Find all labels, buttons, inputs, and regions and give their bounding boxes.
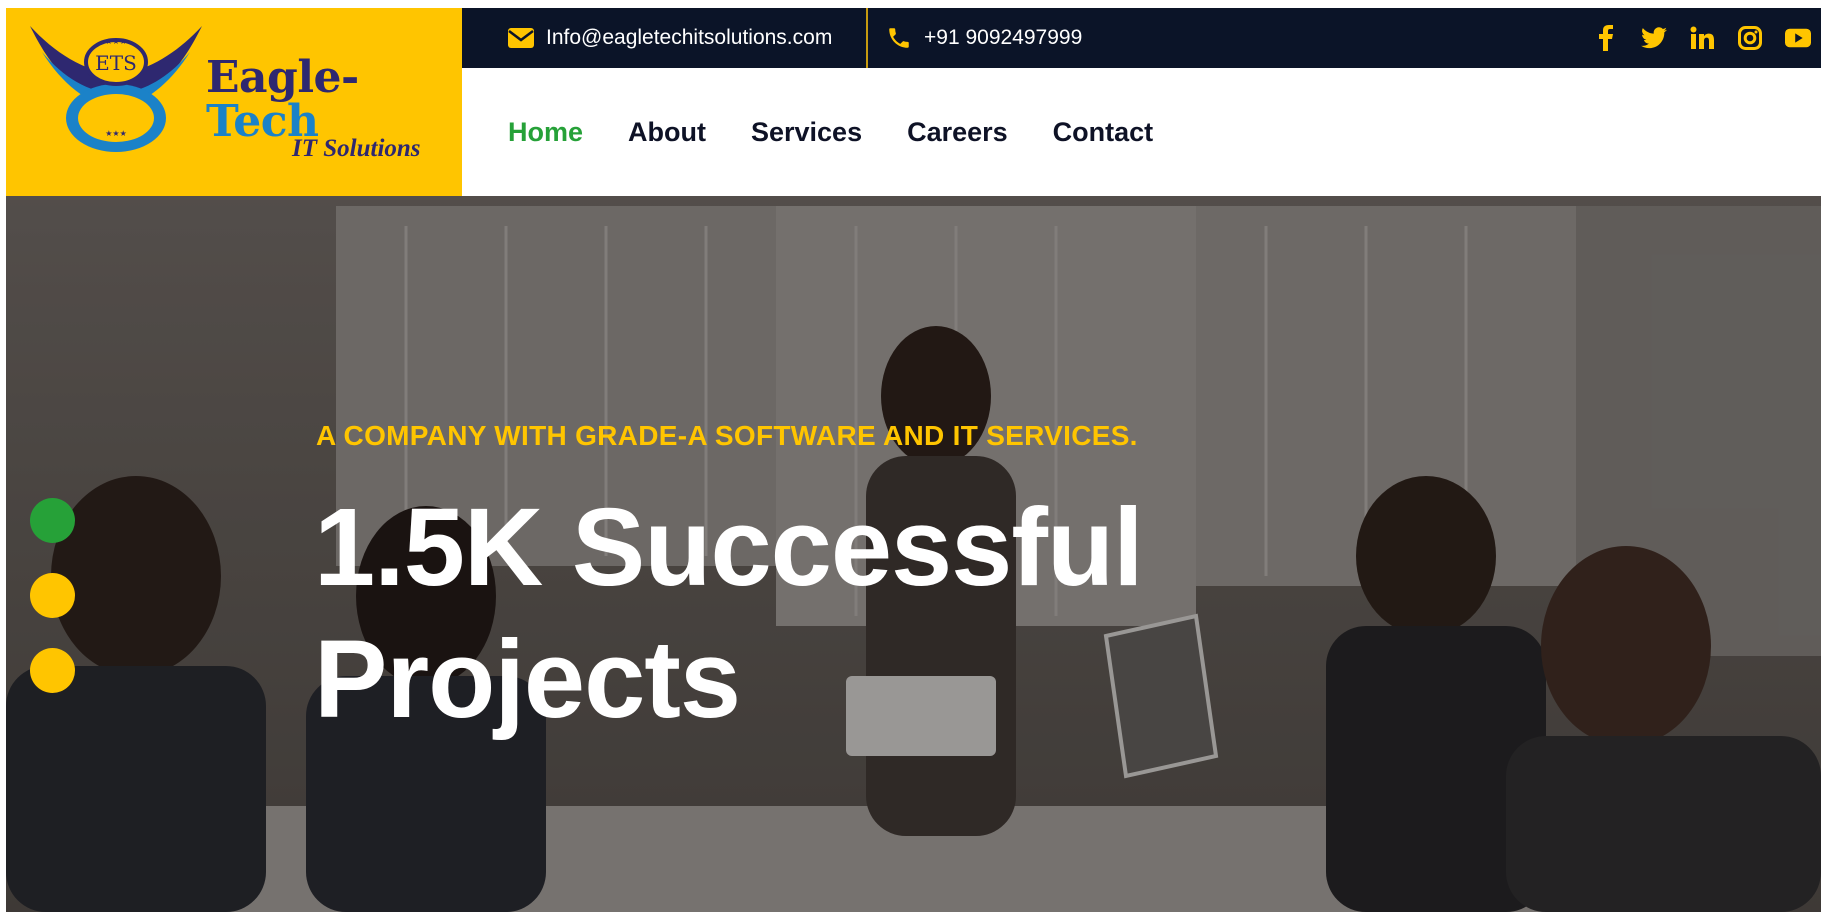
topbar-divider bbox=[866, 8, 868, 68]
email-contact[interactable]: Info@eagletechitsolutions.com bbox=[508, 8, 832, 68]
hero-title: 1.5K Successful Projects bbox=[314, 482, 1214, 746]
nav-contact[interactable]: Contact bbox=[1053, 117, 1154, 148]
instagram-icon[interactable] bbox=[1737, 25, 1763, 51]
hero-eyebrow: A COMPANY WITH GRADE-A SOFTWARE AND IT S… bbox=[316, 420, 1138, 451]
svg-text:★★★: ★★★ bbox=[105, 129, 127, 138]
nav-services[interactable]: Services bbox=[751, 117, 862, 148]
nav-about[interactable]: About bbox=[628, 117, 706, 148]
slider-pagination bbox=[30, 498, 75, 693]
brand-tagline: IT Solutions bbox=[292, 135, 421, 162]
phone-text[interactable]: +91 9092497999 bbox=[924, 26, 1082, 50]
slide-dot-3[interactable] bbox=[30, 648, 75, 693]
hero-title-line1: 1.5K Successful bbox=[314, 486, 1144, 609]
slide-dot-2[interactable] bbox=[30, 573, 75, 618]
logo[interactable]: ETS ★★★ ★★★ Eagle-Tech IT Solutions bbox=[6, 8, 462, 196]
twitter-icon[interactable] bbox=[1641, 25, 1667, 51]
nav-menu: Home About Services Careers Contact bbox=[508, 68, 1153, 196]
hero-slider: A COMPANY WITH GRADE-A SOFTWARE AND IT S… bbox=[6, 196, 1821, 912]
envelope-icon bbox=[508, 28, 534, 48]
slide-dot-1[interactable] bbox=[30, 498, 75, 543]
facebook-icon[interactable] bbox=[1593, 25, 1619, 51]
hero-title-line2: Projects bbox=[314, 618, 741, 741]
phone-icon bbox=[889, 28, 909, 48]
linkedin-icon[interactable] bbox=[1689, 25, 1715, 51]
main-nav: Home About Services Careers Contact bbox=[462, 68, 1821, 196]
phone-contact[interactable]: +91 9092497999 bbox=[886, 8, 1082, 68]
nav-home[interactable]: Home bbox=[508, 117, 583, 148]
nav-careers[interactable]: Careers bbox=[907, 117, 1008, 148]
eagle-emblem-icon: ETS ★★★ ★★★ bbox=[30, 26, 202, 152]
svg-text:★★★: ★★★ bbox=[105, 37, 127, 46]
email-text[interactable]: Info@eagletechitsolutions.com bbox=[546, 26, 832, 50]
youtube-icon[interactable] bbox=[1785, 25, 1811, 51]
top-contact-bar: Info@eagletechitsolutions.com +91 909249… bbox=[462, 8, 1821, 68]
brand-name: Eagle-Tech IT Solutions bbox=[206, 56, 462, 162]
emblem-text: ETS bbox=[95, 51, 137, 75]
social-links bbox=[1593, 8, 1811, 68]
